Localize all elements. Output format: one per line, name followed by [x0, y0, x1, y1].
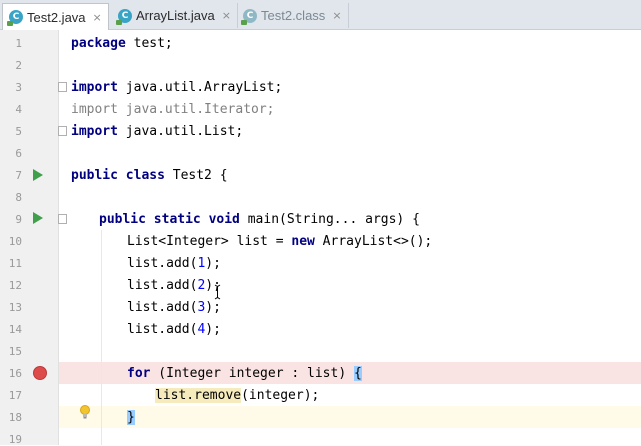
line-number: 6	[15, 147, 22, 160]
matched-brace: {	[353, 366, 362, 381]
code-line-4-unused-import[interactable]: import java.util.Iterator;	[71, 99, 275, 121]
java-class-icon: C	[241, 8, 257, 25]
breakpoint-icon[interactable]	[33, 366, 47, 380]
current-line-highlight	[59, 406, 641, 428]
line-number: 17	[8, 389, 22, 402]
fold-icon[interactable]	[58, 214, 67, 224]
code-text: List<Integer> list =	[127, 234, 292, 249]
code-text: list.add(	[127, 322, 198, 337]
keyword: import	[71, 102, 118, 117]
code-line-18[interactable]: }	[127, 407, 135, 429]
lightbulb-icon[interactable]	[79, 405, 91, 419]
code-text: java.util.List;	[117, 124, 244, 139]
line-number: 10	[8, 235, 22, 248]
code-line-1[interactable]: package test;	[71, 33, 173, 55]
code-text: ArrayList<>();	[314, 234, 433, 249]
line-number: 8	[15, 191, 22, 204]
fold-icon[interactable]	[58, 82, 67, 92]
close-icon[interactable]: ×	[332, 9, 341, 22]
code-text: );	[205, 300, 221, 315]
line-number: 14	[8, 323, 22, 336]
code-text: list.add(	[127, 300, 198, 315]
line-number: 5	[15, 125, 22, 138]
run-icon[interactable]	[33, 169, 43, 181]
code-text: );	[205, 322, 221, 337]
code-line-11[interactable]: list.add(1);	[127, 253, 221, 275]
line-number: 7	[15, 169, 22, 182]
line-number: 9	[15, 213, 22, 226]
tab-label: ArrayList.java	[136, 8, 215, 23]
close-icon[interactable]: ×	[93, 11, 102, 24]
keyword: public static void	[99, 212, 240, 227]
code-line-12[interactable]: list.add(2);	[127, 275, 221, 297]
code-line-3[interactable]: import java.util.ArrayList;	[71, 77, 282, 99]
line-number: 12	[8, 279, 22, 292]
line-number: 1	[15, 37, 22, 50]
indent-guide	[101, 230, 102, 445]
code-line-16[interactable]: for (Integer integer : list) {	[127, 363, 362, 385]
editor-tab-bar: C Test2.java × C ArrayList.java × C Test…	[0, 0, 641, 30]
code-editor[interactable]: C Test2.java × C ArrayList.java × C Test…	[0, 0, 641, 446]
line-number: 4	[15, 103, 22, 116]
code-line-17[interactable]: list.remove(integer);	[155, 385, 319, 407]
keyword: for	[127, 366, 151, 381]
code-text: test;	[125, 36, 173, 51]
keyword: package	[71, 36, 126, 51]
code-line-13[interactable]: list.add(3);	[127, 297, 221, 319]
keyword: import	[71, 80, 118, 95]
code-text: list.add(	[127, 256, 198, 271]
warning-highlight: list.remove	[155, 388, 242, 403]
line-number: 3	[15, 81, 22, 94]
line-number: 2	[15, 59, 22, 72]
line-number: 15	[8, 345, 22, 358]
line-number: 19	[8, 433, 22, 446]
code-line-5[interactable]: import java.util.List;	[71, 121, 243, 143]
code-text: );	[205, 256, 221, 271]
code-text: java.util.Iterator;	[117, 102, 275, 117]
line-number: 13	[8, 301, 22, 314]
java-class-icon: C	[116, 8, 132, 25]
code-line-14[interactable]: list.add(4);	[127, 319, 221, 341]
line-number: 16	[8, 367, 22, 380]
keyword: new	[291, 234, 315, 249]
code-line-9[interactable]: public static void main(String... args) …	[99, 209, 420, 231]
code-text: (Integer integer : list)	[150, 366, 354, 381]
tab-label: Test2.java	[27, 9, 86, 25]
close-icon[interactable]: ×	[222, 9, 231, 22]
keyword: public class	[71, 168, 165, 183]
run-icon[interactable]	[33, 212, 43, 224]
java-class-icon: C	[7, 10, 23, 26]
line-number: 18	[8, 411, 22, 424]
code-text: java.util.ArrayList;	[117, 80, 283, 95]
tab-label: Test2.class	[261, 8, 326, 23]
code-line-10[interactable]: List<Integer> list = new ArrayList<>();	[127, 231, 432, 253]
matched-brace: }	[127, 410, 135, 425]
code-line-7[interactable]: public class Test2 {	[71, 165, 228, 187]
gutter-divider	[58, 30, 59, 445]
fold-icon[interactable]	[58, 126, 67, 136]
code-text: main(String... args) {	[239, 212, 420, 227]
text-cursor-icon	[214, 284, 221, 300]
line-number: 11	[8, 257, 22, 270]
code-text: Test2 {	[164, 168, 228, 183]
code-text: list.add(	[127, 278, 198, 293]
keyword: import	[71, 124, 118, 139]
code-text: (integer);	[241, 388, 320, 403]
tab-test2-class[interactable]: C Test2.class ×	[237, 3, 349, 28]
tab-arraylist-java[interactable]: C ArrayList.java ×	[112, 3, 238, 28]
tab-test2-java[interactable]: C Test2.java ×	[2, 3, 109, 30]
